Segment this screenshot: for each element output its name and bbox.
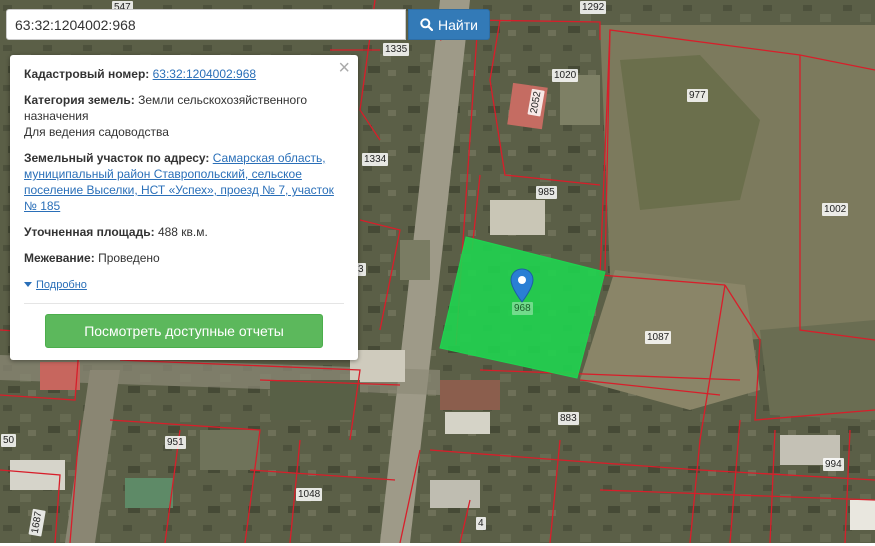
- parcel-label: 1292: [580, 1, 607, 14]
- parcel-label: 883: [558, 412, 579, 425]
- parcel-label: 4: [476, 517, 486, 530]
- parcel-label: 985: [536, 186, 557, 199]
- search-icon: [420, 18, 434, 31]
- cadastral-label: Кадастровый номер:: [24, 67, 150, 81]
- address-row: Земельный участок по адресу: Самарская о…: [24, 150, 344, 214]
- area-row: Уточненная площадь: 488 кв.м.: [24, 224, 344, 240]
- cadastral-link[interactable]: 63:32:1204002:968: [153, 67, 256, 81]
- land-use-value: Для ведения садоводства: [24, 125, 169, 139]
- survey-label: Межевание:: [24, 251, 95, 265]
- parcel-label: 1334: [362, 153, 389, 166]
- parcel-label: 951: [165, 436, 186, 449]
- category-row: Категория земель: Земли сельскохозяйстве…: [24, 92, 344, 140]
- parcel-label: 1335: [383, 43, 410, 56]
- close-icon[interactable]: ×: [338, 58, 350, 78]
- area-value: 488 кв.м.: [157, 225, 208, 239]
- survey-row: Межевание: Проведено: [24, 250, 344, 266]
- cadastral-row: Кадастровый номер: 63:32:1204002:968: [24, 66, 344, 82]
- caret-down-icon: [24, 282, 32, 287]
- search-input[interactable]: [6, 9, 406, 40]
- search-button[interactable]: Найти: [408, 9, 490, 40]
- parcel-label: 1087: [645, 331, 672, 344]
- view-reports-button[interactable]: Посмотреть доступные отчеты: [45, 313, 323, 348]
- parcel-info-popup: × Кадастровый номер: 63:32:1204002:968 К…: [10, 55, 358, 360]
- more-details-link[interactable]: Подробно: [24, 279, 87, 291]
- survey-value: Проведено: [98, 251, 160, 265]
- area-label: Уточненная площадь:: [24, 225, 155, 239]
- parcel-label: 994: [823, 458, 844, 471]
- more-details-label: Подробно: [36, 278, 87, 291]
- parcel-label: 977: [687, 89, 708, 102]
- address-label: Земельный участок по адресу:: [24, 151, 210, 165]
- map-pin-icon[interactable]: [510, 268, 534, 304]
- parcel-label: 1048: [296, 488, 323, 501]
- parcel-label: 50: [1, 434, 17, 447]
- parcel-label: 1020: [552, 69, 579, 82]
- parcel-label: 1002: [822, 203, 849, 216]
- search-button-label: Найти: [438, 16, 478, 33]
- divider: [24, 302, 344, 304]
- category-label: Категория земель:: [24, 93, 135, 107]
